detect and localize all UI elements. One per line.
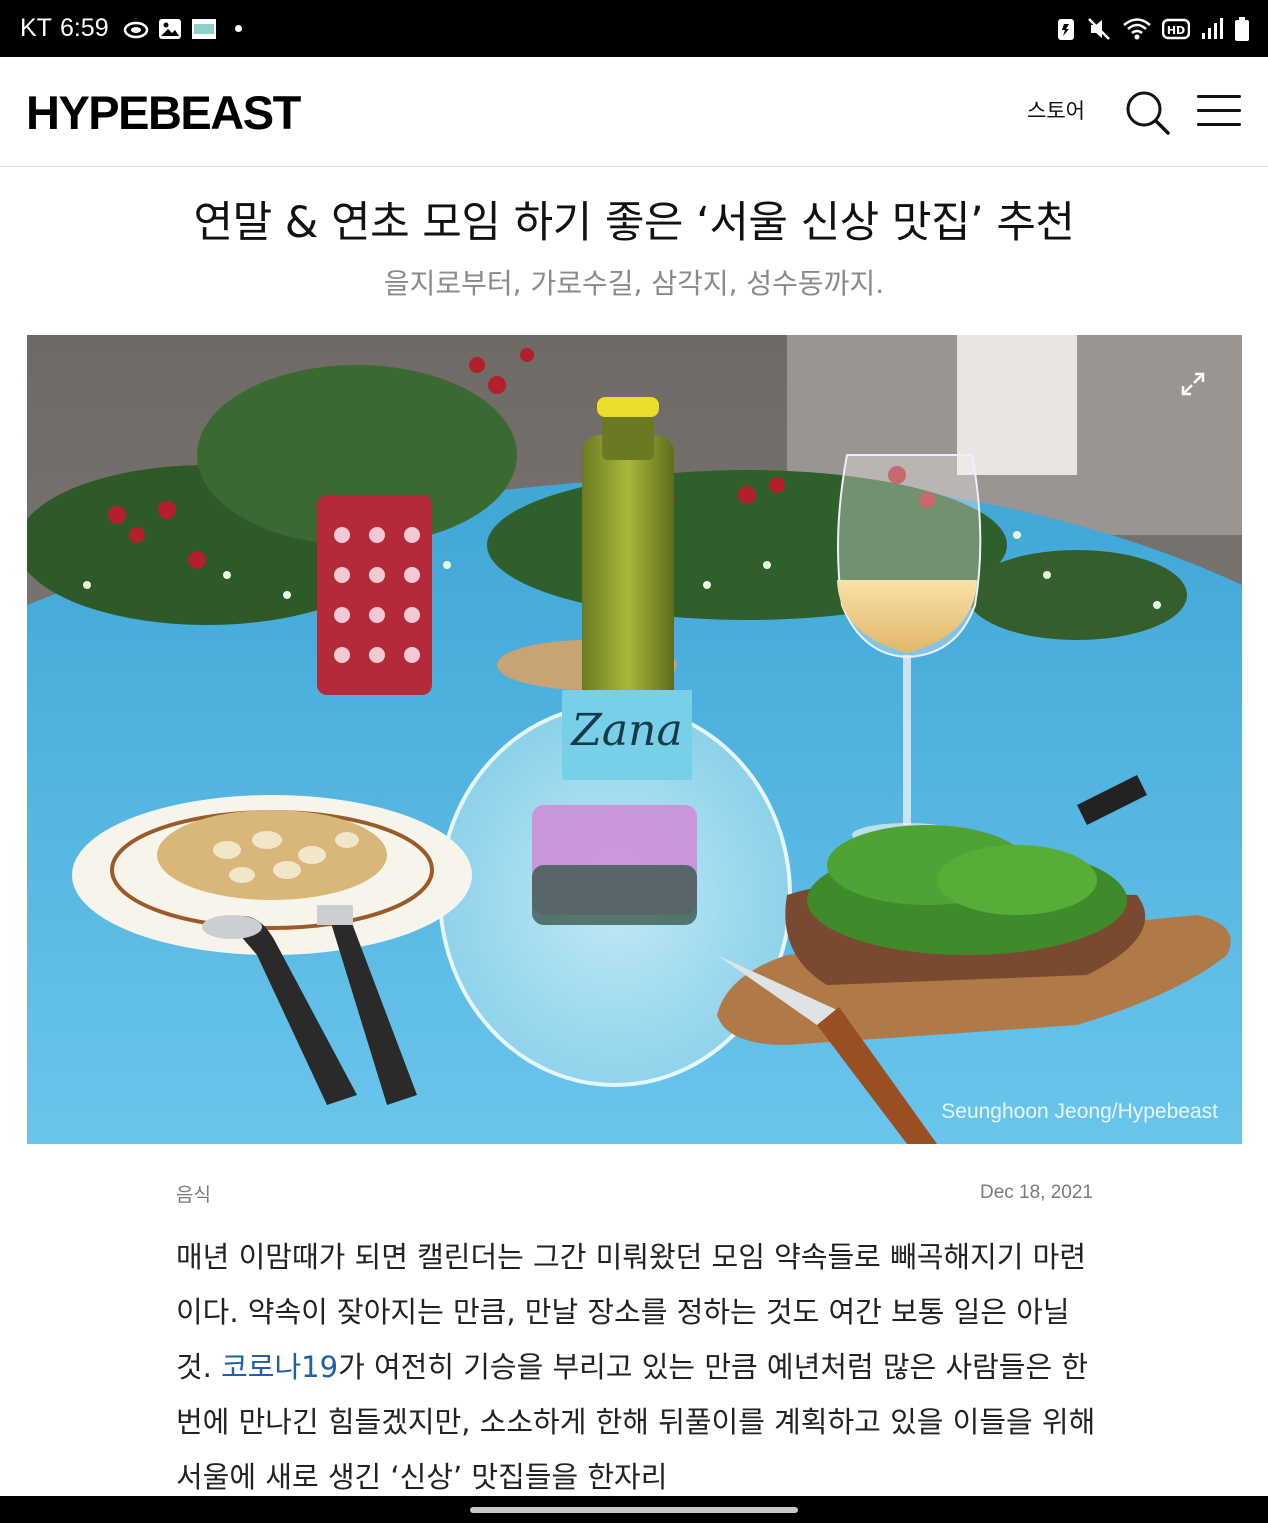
- gallery-icon: [158, 18, 181, 39]
- search-icon[interactable]: [1124, 89, 1170, 135]
- system-nav-bar: [0, 1496, 1268, 1523]
- covid-link[interactable]: 코로나19: [221, 1350, 338, 1384]
- wifi-icon: [1123, 17, 1151, 39]
- mute-icon: [1088, 17, 1110, 40]
- article-body: 매년 이맘때가 되면 캘린더는 그간 미뤄왔던 모임 약속들로 빼곡해지기 마련…: [176, 1230, 1096, 1505]
- article-title: 연말 & 연초 모임 하기 좋은 ‘서울 신상 맛집’ 추천: [193, 198, 1075, 248]
- more-notifications-dot: [234, 25, 242, 32]
- hero-image[interactable]: Zana Seunghoon Jeong/Hypebeast: [27, 335, 1242, 1144]
- hd-voice-icon: HD: [1162, 18, 1190, 39]
- site-header: HYPEBEAST 스토어: [0, 57, 1268, 167]
- article-subtitle: 을지로부터, 가로수길, 삼각지, 성수동까지.: [383, 267, 885, 300]
- svg-text:HD: HD: [1167, 24, 1185, 37]
- signal-icon: [1202, 17, 1223, 39]
- home-gesture-handle[interactable]: [470, 1507, 798, 1513]
- app-notification-icon: [191, 18, 216, 39]
- menu-icon[interactable]: [1197, 93, 1243, 129]
- bottle-label: Zana: [569, 705, 682, 756]
- image-credit: Seunghoon Jeong/Hypebeast: [941, 1100, 1218, 1123]
- cloud-icon: [123, 21, 148, 38]
- category-link[interactable]: 음식: [176, 1180, 211, 1207]
- battery-icon: [1235, 16, 1249, 41]
- carrier-label: KT: [20, 14, 52, 42]
- site-logo[interactable]: HYPEBEAST: [26, 85, 301, 141]
- expand-icon[interactable]: [1180, 371, 1206, 397]
- battery-saver-icon: [1058, 18, 1074, 40]
- store-link[interactable]: 스토어: [1027, 95, 1085, 125]
- status-bar: KT 6:59 HD: [0, 0, 1268, 57]
- publish-date: Dec 18, 2021: [979, 1182, 1093, 1203]
- hero-photo-illustration: Zana: [27, 335, 1242, 1144]
- clock: 6:59: [59, 14, 109, 42]
